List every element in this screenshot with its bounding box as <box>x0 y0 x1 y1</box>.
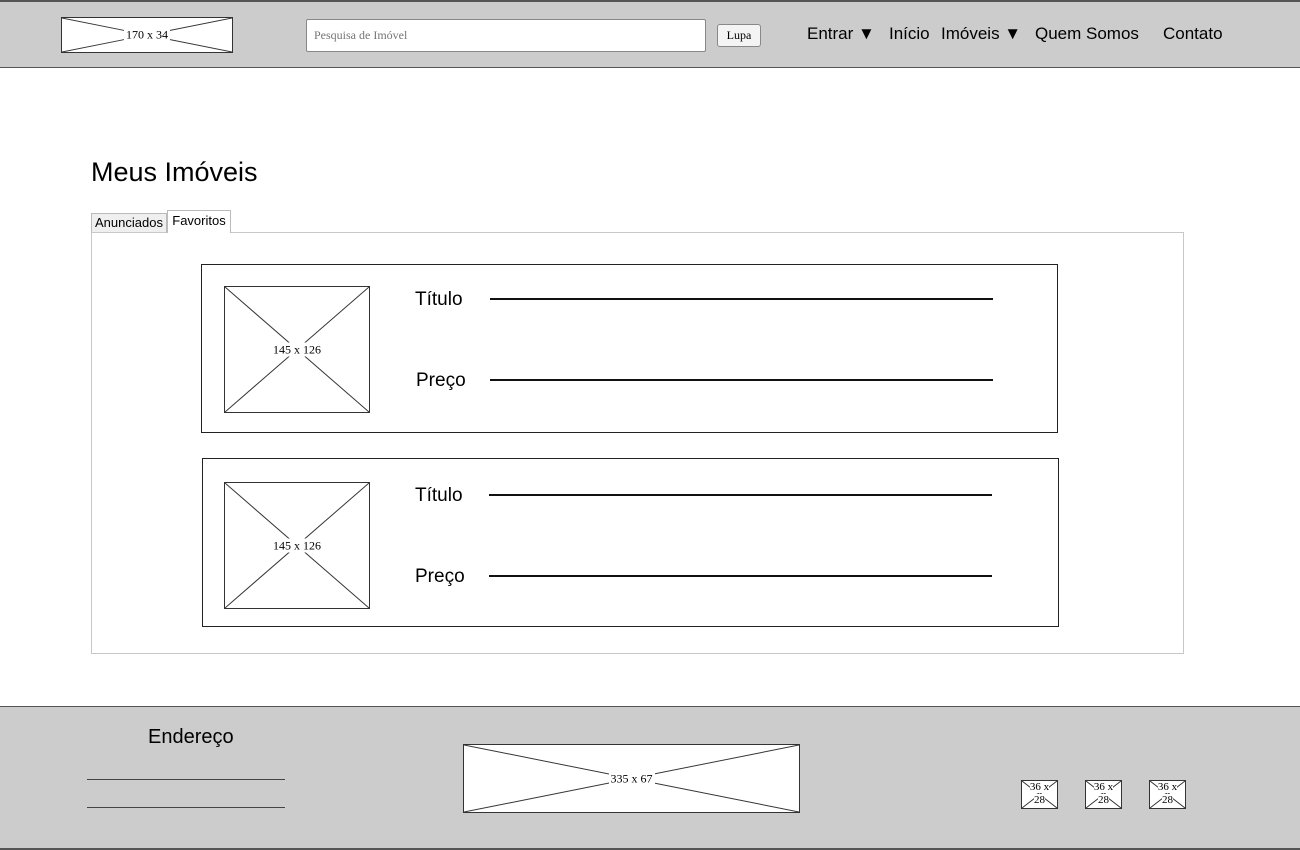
footer-address-title: Endereço <box>148 726 234 748</box>
footer-logo-label: 335 x 67 <box>608 771 655 785</box>
card-title-line <box>489 494 992 496</box>
nav-inicio-link[interactable]: Início <box>889 24 930 44</box>
social-icon-label-top: 36 x <box>1029 781 1050 793</box>
card-price-label: Preço <box>415 566 465 587</box>
card-price-label: Preço <box>416 370 466 391</box>
card-title-line <box>490 298 993 300</box>
social-icon-label-top: 36 x <box>1157 781 1178 793</box>
property-card[interactable]: 145 x 126 Título Preço <box>201 264 1058 433</box>
search-button[interactable]: Lupa <box>717 24 761 47</box>
social-icon-label-bottom: 28 <box>1034 794 1045 806</box>
card-title-label: Título <box>415 485 463 506</box>
tab-favoritos[interactable]: Favoritos <box>167 210 231 233</box>
property-card[interactable]: 145 x 126 Título Preço <box>202 458 1059 627</box>
tab-anunciados[interactable]: Anunciados <box>91 213 167 232</box>
logo-placeholder[interactable]: 170 x 34 <box>61 17 233 53</box>
property-image-placeholder[interactable]: 145 x 126 <box>224 286 370 413</box>
social-icon-label-top: 36 x <box>1093 781 1114 793</box>
nav-entrar-dropdown[interactable]: Entrar ▼ <box>807 24 875 44</box>
property-image-placeholder[interactable]: 145 x 126 <box>224 482 370 609</box>
address-line-2 <box>87 807 285 808</box>
address-line-1 <box>87 779 285 780</box>
social-icon-label-bottom: 28 <box>1162 794 1173 806</box>
nav-contato-link[interactable]: Contato <box>1163 24 1223 44</box>
image-placeholder-label: 145 x 126 <box>271 538 323 552</box>
card-price-line <box>489 575 992 577</box>
social-icon-placeholder[interactable]: 36 x 28 <box>1085 780 1122 809</box>
footer-logo-placeholder[interactable]: 335 x 67 <box>463 744 800 813</box>
social-icon-placeholder[interactable]: 36 x 28 <box>1149 780 1186 809</box>
social-icon-placeholder[interactable]: 36 x 28 <box>1021 780 1058 809</box>
card-price-line <box>490 379 993 381</box>
nav-imoveis-dropdown[interactable]: Imóveis ▼ <box>941 24 1021 44</box>
search-input[interactable] <box>306 19 706 52</box>
image-placeholder-label: 145 x 126 <box>271 342 323 356</box>
nav-quem-somos-link[interactable]: Quem Somos <box>1035 24 1139 44</box>
social-icon-label-bottom: 28 <box>1098 794 1109 806</box>
card-title-label: Título <box>415 289 463 310</box>
page-title: Meus Imóveis <box>91 157 258 187</box>
logo-placeholder-label: 170 x 34 <box>124 27 170 42</box>
